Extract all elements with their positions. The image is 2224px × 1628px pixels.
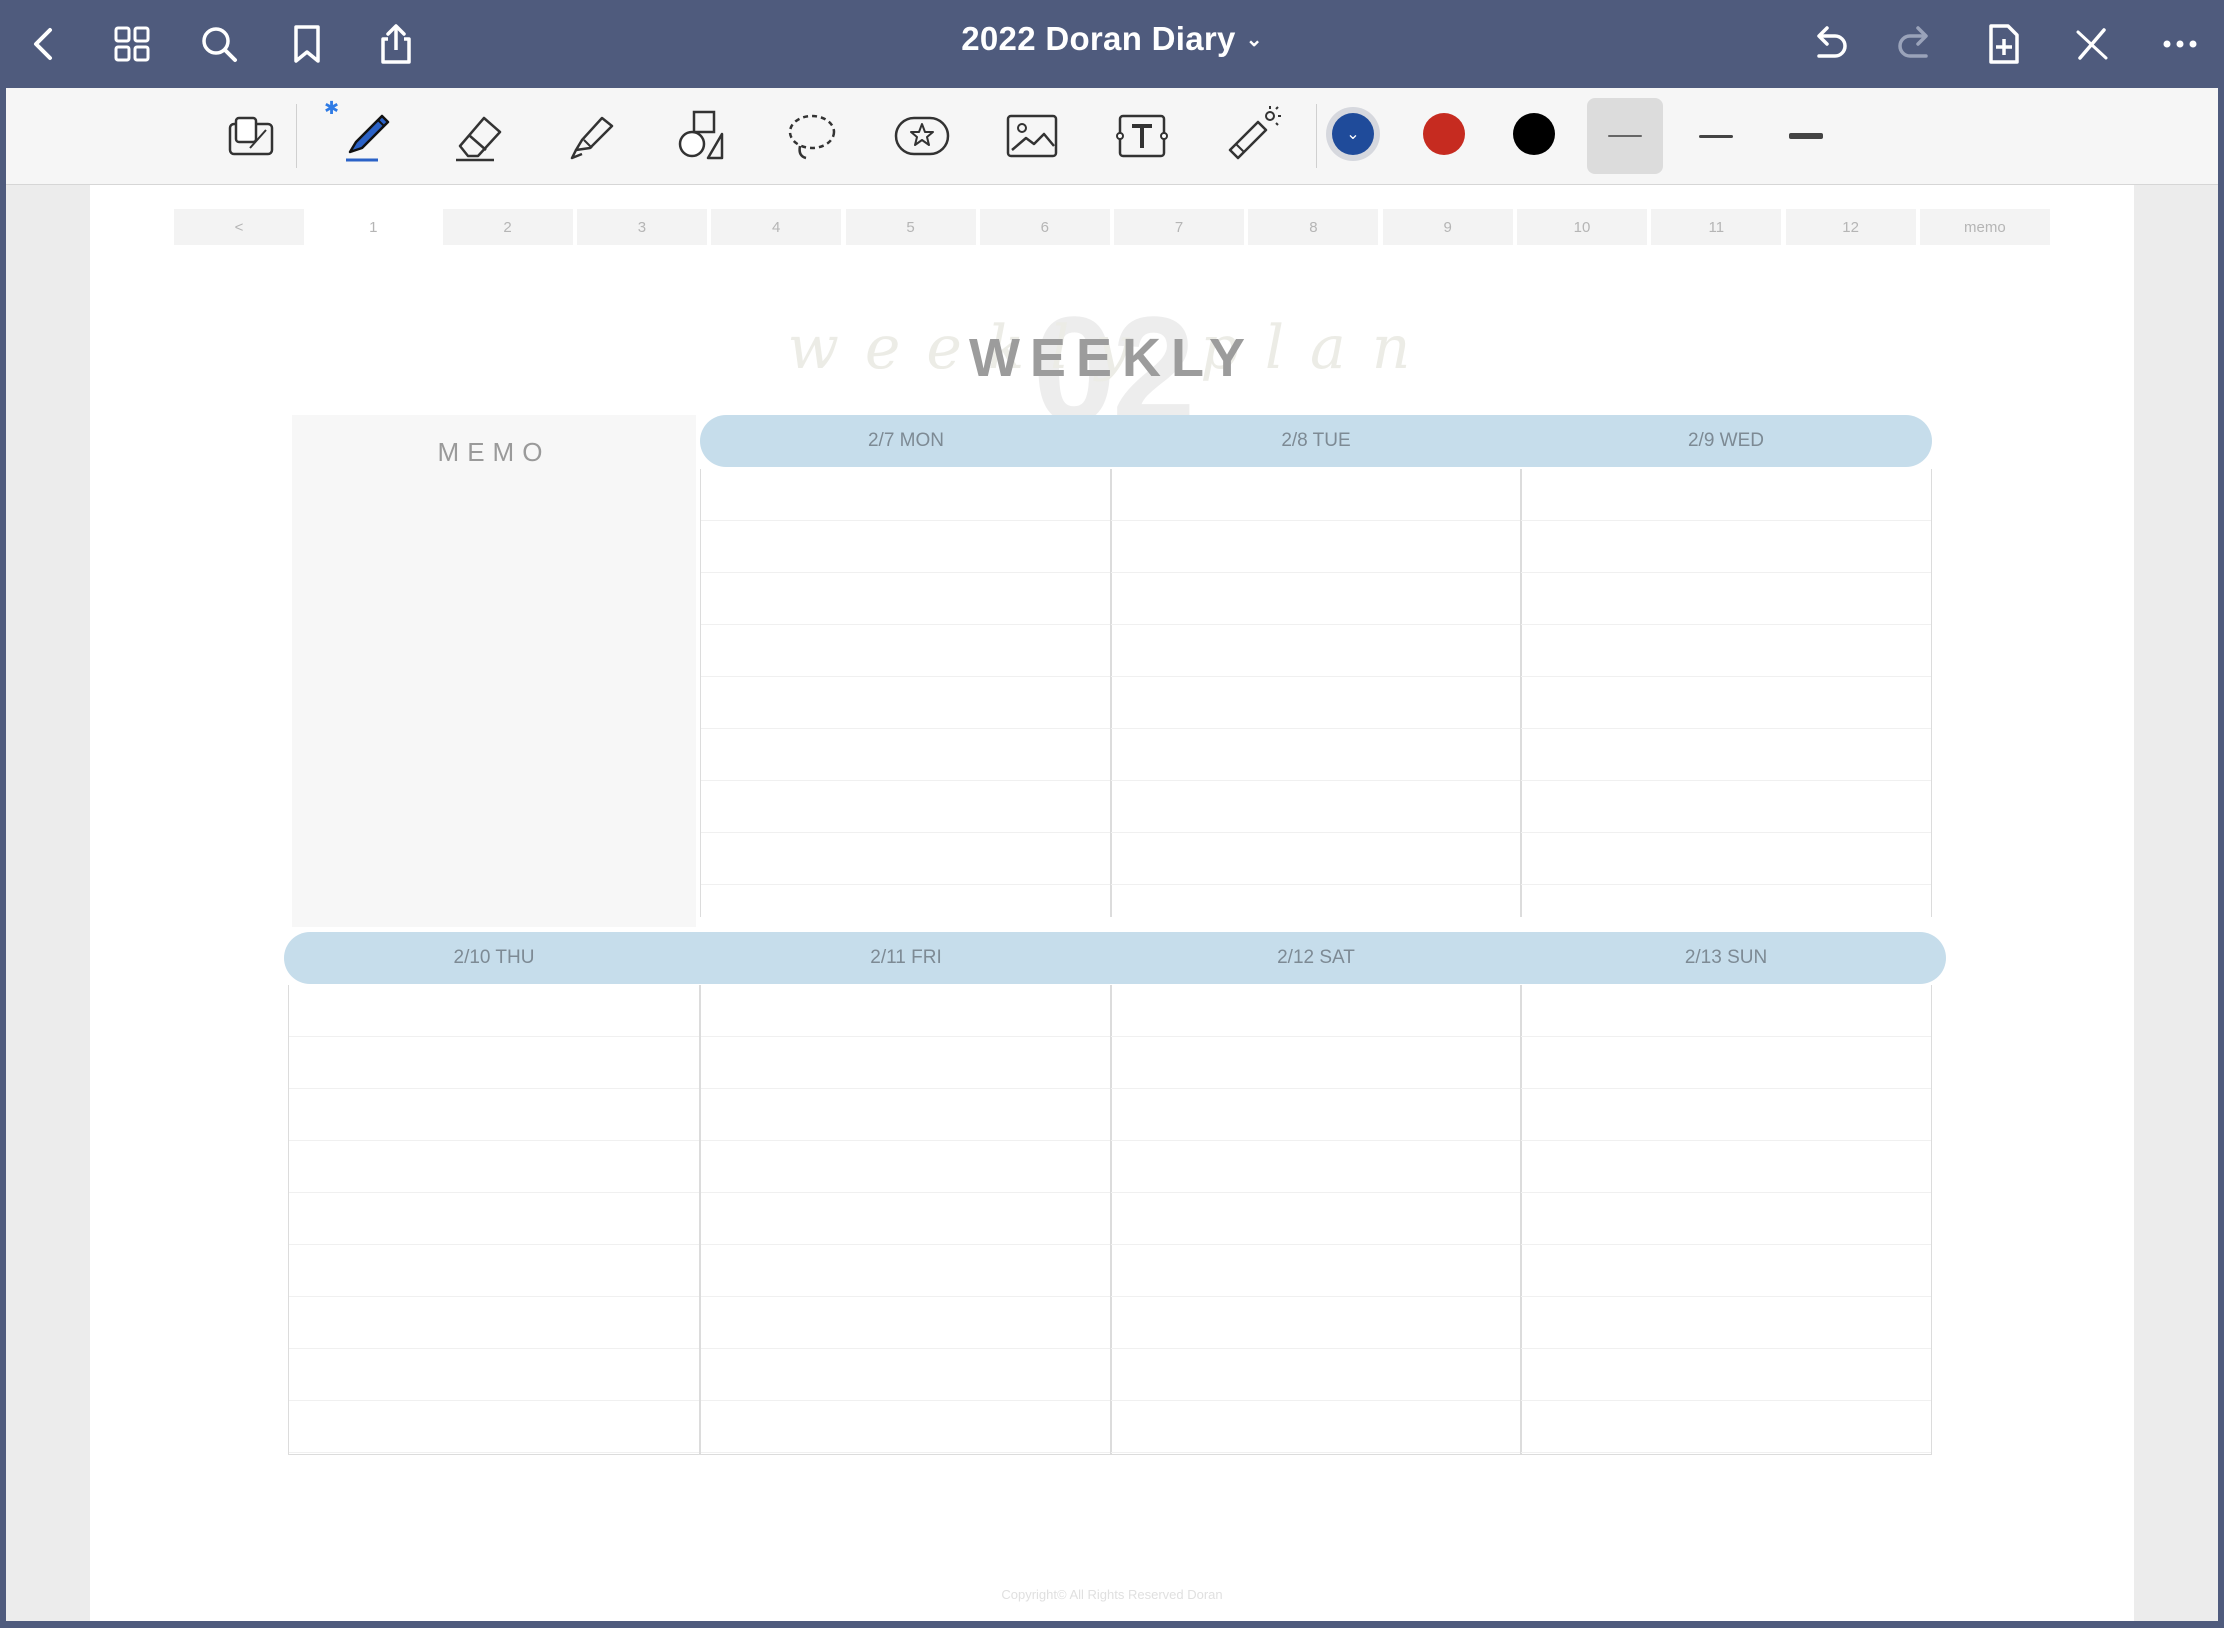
day-label-sat: 2/12 SAT: [1277, 947, 1355, 968]
toolbar-divider: [1316, 104, 1317, 168]
zoom-window-icon: [228, 116, 274, 156]
lasso-icon: [788, 114, 836, 160]
memo-panel[interactable]: MEMO: [292, 415, 696, 927]
highlighter-icon: [570, 116, 614, 160]
shapes-icon: [678, 110, 724, 160]
day-column-thu[interactable]: [288, 985, 700, 1455]
laser-pointer-icon: [1228, 106, 1281, 160]
drawing-toolbar: ✱: [6, 88, 2218, 185]
month-tab[interactable]: 7: [1114, 209, 1245, 245]
thickness-medium[interactable]: [1678, 98, 1754, 174]
diary-page[interactable]: <1 2 3 4 5 6 7 8 9 10 11 12 memo 02 weekly plan WEEK…: [90, 185, 2134, 1621]
memo-title: MEMO: [437, 437, 551, 467]
add-page-button[interactable]: [1974, 14, 2034, 74]
month-tab[interactable]: 10: [1517, 209, 1647, 245]
day-column-fri[interactable]: [700, 985, 1112, 1455]
eraser-icon: [456, 116, 502, 162]
pen-icon: [346, 114, 390, 162]
redo-icon: [1898, 26, 1928, 58]
shapes-tool[interactable]: [660, 96, 744, 176]
color-swatch-red[interactable]: [1423, 113, 1465, 155]
day-column-mon[interactable]: [700, 469, 1112, 917]
day-label-wed: 2/9 WED: [1687, 430, 1765, 451]
month-tab[interactable]: memo: [1919, 209, 2050, 245]
month-tab[interactable]: 2: [442, 209, 573, 245]
thickness-fine[interactable]: [1587, 98, 1663, 174]
month-tab[interactable]: 3: [576, 209, 707, 245]
chevron-down-icon: ⌄: [1245, 29, 1263, 51]
month-tab[interactable]: 9: [1382, 209, 1513, 245]
day-column-wed[interactable]: [1520, 469, 1932, 917]
day-column-tue[interactable]: [1110, 469, 1522, 917]
eraser-tool[interactable]: [438, 96, 522, 176]
add-page-icon: [1989, 24, 2019, 64]
thickness-bold[interactable]: [1768, 98, 1844, 174]
day-label-thu: 2/10 THU: [453, 947, 535, 968]
month-tab[interactable]: 8: [1248, 209, 1379, 245]
text-icon: [1116, 114, 1168, 158]
more-button[interactable]: [2150, 14, 2210, 74]
image-tool[interactable]: [990, 96, 1074, 176]
edit-off-icon: [2076, 28, 2108, 60]
laser-pointer-tool[interactable]: [1210, 96, 1294, 176]
sticker-tool[interactable]: [880, 96, 964, 176]
day-label-mon: 2/7 MON: [867, 430, 945, 451]
top-navigation-bar: 2022 Doran Diary ⌄: [0, 0, 2224, 88]
day-label-fri: 2/11 FRI: [870, 947, 942, 968]
color-swatch-black[interactable]: [1513, 113, 1555, 155]
day-column-sat[interactable]: [1110, 985, 1522, 1455]
redo-button[interactable]: [1886, 14, 1946, 74]
image-icon: [1006, 114, 1058, 158]
undo-button[interactable]: [1799, 14, 1859, 74]
day-label-tue: 2/8 TUE: [1281, 430, 1351, 451]
month-tab[interactable]: 11: [1651, 209, 1782, 245]
month-tab[interactable]: 1: [308, 209, 439, 245]
month-tab[interactable]: 12: [1785, 209, 1916, 245]
document-title-text: 2022 Doran Diary: [961, 20, 1236, 57]
chevron-down-icon: ⌄: [1346, 126, 1360, 143]
toolbar-divider: [296, 104, 297, 168]
zoom-window-tool[interactable]: [210, 96, 294, 176]
pen-tool[interactable]: [326, 96, 410, 176]
page-title: WEEKLY: [968, 328, 1256, 388]
month-tab[interactable]: 4: [711, 209, 842, 245]
lasso-tool[interactable]: [770, 96, 854, 176]
color-swatch-blue[interactable]: ⌄: [1332, 113, 1374, 155]
more-icon: [2163, 40, 2197, 48]
edit-mode-button[interactable]: [2062, 14, 2122, 74]
document-canvas[interactable]: <1 2 3 4 5 6 7 8 9 10 11 12 memo 02 weekly plan WEEK…: [6, 185, 2218, 1621]
month-tab[interactable]: <: [174, 209, 304, 245]
page-heading: 02 weekly plan WEEKLY: [90, 285, 2134, 453]
text-tool[interactable]: [1100, 96, 1184, 176]
copyright-footer: Copyright© All Rights Reserved Doran: [1001, 1587, 1223, 1602]
undo-icon: [1817, 26, 1847, 58]
month-tab[interactable]: 5: [845, 209, 976, 245]
month-tab[interactable]: 6: [979, 209, 1110, 245]
day-label-sun: 2/13 SUN: [1684, 947, 1768, 968]
highlighter-tool[interactable]: [550, 96, 634, 176]
day-column-sun[interactable]: [1520, 985, 1932, 1455]
sticker-icon: [894, 116, 950, 156]
